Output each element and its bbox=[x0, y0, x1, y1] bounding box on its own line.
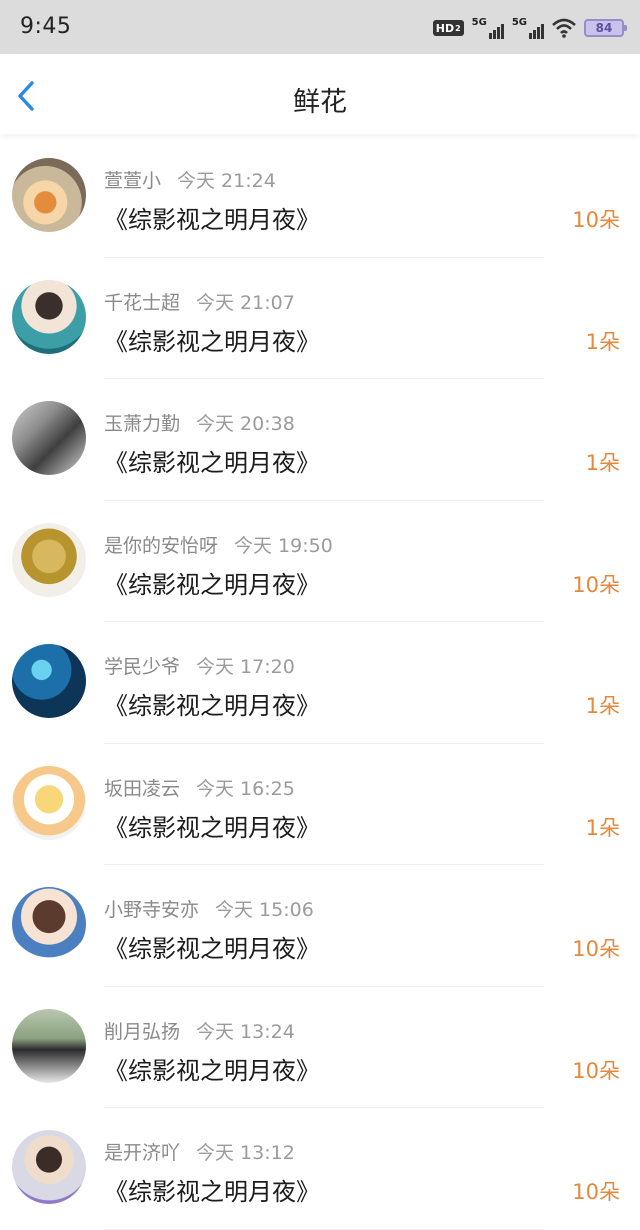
sender-name: 千花士超 bbox=[104, 291, 181, 314]
book-title: 《综影视之明月夜》 bbox=[104, 935, 320, 963]
sender-meta: 是你的安怡呀 今天 19:50 bbox=[104, 531, 333, 558]
network-type-label: 5G bbox=[471, 17, 487, 28]
list-item[interactable]: 玉萧力勤 今天 20:38 《综影视之明月夜》 1朵 bbox=[0, 379, 640, 501]
send-time: 今天 21:24 bbox=[177, 170, 276, 192]
hd-sub: 2 bbox=[455, 23, 461, 33]
sender-name: 玉萧力勤 bbox=[104, 413, 181, 435]
sender-meta: 削月弘扬 今天 13:24 bbox=[104, 1017, 295, 1044]
book-title: 《综影视之明月夜》 bbox=[104, 449, 320, 477]
status-icons: HD 2 5G 5G 84 bbox=[432, 15, 627, 41]
book-title: 《综影视之明月夜》 bbox=[104, 1056, 320, 1085]
sender-name: 萱萱小 bbox=[104, 170, 162, 192]
send-time: 今天 13:12 bbox=[196, 1142, 295, 1164]
book-title: 《综影视之明月夜》 bbox=[104, 692, 320, 720]
sender-meta: 玉萧力勤 今天 20:38 bbox=[104, 409, 295, 436]
sender-meta: 坂田凌云 今天 16:25 bbox=[104, 774, 295, 801]
sender-meta: 学民少爷 今天 17:20 bbox=[104, 652, 295, 679]
flower-count: 1朵 bbox=[585, 451, 620, 475]
send-time: 今天 15:06 bbox=[215, 899, 314, 921]
send-time: 今天 13:24 bbox=[196, 1020, 295, 1043]
flower-count: 10朵 bbox=[572, 937, 620, 961]
sender-meta: 萱萱小 今天 21:24 bbox=[104, 166, 276, 193]
avatar[interactable] bbox=[12, 644, 86, 718]
list-item[interactable]: 是开济吖 今天 13:12 《综影视之明月夜》 10朵 bbox=[0, 1108, 640, 1230]
network-type-label-2: 5G bbox=[511, 17, 527, 28]
send-time: 今天 17:20 bbox=[196, 656, 295, 678]
list-item[interactable]: 学民少爷 今天 17:20 《综影视之明月夜》 1朵 bbox=[0, 622, 640, 744]
avatar[interactable] bbox=[12, 887, 86, 961]
sender-name: 削月弘扬 bbox=[104, 1020, 181, 1043]
send-time: 今天 21:07 bbox=[196, 291, 295, 314]
page-title: 鲜花 bbox=[293, 87, 347, 118]
status-bar: 9:45 HD 2 5G 5G 84 bbox=[0, 0, 640, 54]
row-divider bbox=[104, 1228, 544, 1230]
list-item[interactable]: 削月弘扬 今天 13:24 《综影视之明月夜》 10朵 bbox=[0, 987, 640, 1108]
nav-header: 鲜花 bbox=[0, 54, 640, 134]
sender-meta: 是开济吖 今天 13:12 bbox=[104, 1138, 295, 1165]
sender-name: 小野寺安亦 bbox=[104, 899, 200, 921]
sender-name: 坂田凌云 bbox=[104, 777, 181, 800]
send-time: 今天 16:25 bbox=[196, 777, 295, 800]
list-item[interactable]: 萱萱小 今天 21:24 《综影视之明月夜》 10朵 bbox=[0, 136, 640, 258]
list-item[interactable]: 是你的安怡呀 今天 19:50 《综影视之明月夜》 10朵 bbox=[0, 501, 640, 622]
wifi-icon bbox=[552, 18, 576, 38]
flower-count: 1朵 bbox=[585, 815, 620, 840]
avatar[interactable] bbox=[12, 158, 86, 232]
book-title: 《综影视之明月夜》 bbox=[104, 206, 320, 234]
avatar[interactable] bbox=[12, 279, 86, 354]
hd-label: HD bbox=[435, 21, 455, 35]
flower-count: 10朵 bbox=[572, 208, 620, 232]
battery-level: 84 bbox=[595, 21, 613, 35]
sender-name: 学民少爷 bbox=[104, 656, 181, 678]
flower-count: 10朵 bbox=[572, 1058, 620, 1083]
book-title: 《综影视之明月夜》 bbox=[104, 570, 320, 599]
flower-count: 10朵 bbox=[572, 1180, 620, 1204]
send-time: 今天 20:38 bbox=[196, 413, 295, 435]
sender-name: 是你的安怡呀 bbox=[104, 534, 219, 557]
flower-gift-list: 萱萱小 今天 21:24 《综影视之明月夜》 10朵 千花士超 今天 21:07 《综影视之… bbox=[0, 136, 640, 1230]
status-time: 9:45 bbox=[20, 14, 72, 39]
flower-count: 1朵 bbox=[585, 329, 620, 354]
send-time: 今天 19:50 bbox=[234, 534, 333, 557]
flower-count: 1朵 bbox=[585, 694, 620, 718]
book-title: 《综影视之明月夜》 bbox=[104, 813, 320, 842]
sender-meta: 千花士超 今天 21:07 bbox=[104, 288, 295, 315]
list-item[interactable]: 坂田凌云 今天 16:25 《综影视之明月夜》 1朵 bbox=[0, 744, 640, 865]
avatar[interactable] bbox=[12, 1008, 86, 1083]
avatar[interactable] bbox=[12, 522, 86, 597]
avatar[interactable] bbox=[12, 401, 86, 475]
book-title: 《综影视之明月夜》 bbox=[104, 1178, 320, 1206]
flower-count: 10朵 bbox=[572, 572, 620, 597]
cellular-signal-icon: 5G bbox=[472, 17, 504, 39]
hd-voice-icon: HD 2 bbox=[432, 20, 464, 36]
book-title: 《综影视之明月夜》 bbox=[104, 327, 320, 356]
avatar[interactable] bbox=[12, 1130, 86, 1204]
sender-meta: 小野寺安亦 今天 15:06 bbox=[104, 895, 314, 922]
cellular-signal-icon-2: 5G bbox=[512, 17, 544, 39]
sender-name: 是开济吖 bbox=[104, 1142, 181, 1164]
battery-icon: 84 bbox=[584, 19, 627, 37]
avatar[interactable] bbox=[12, 765, 86, 840]
list-item[interactable]: 千花士超 今天 21:07 《综影视之明月夜》 1朵 bbox=[0, 258, 640, 379]
list-item[interactable]: 小野寺安亦 今天 15:06 《综影视之明月夜》 10朵 bbox=[0, 865, 640, 987]
